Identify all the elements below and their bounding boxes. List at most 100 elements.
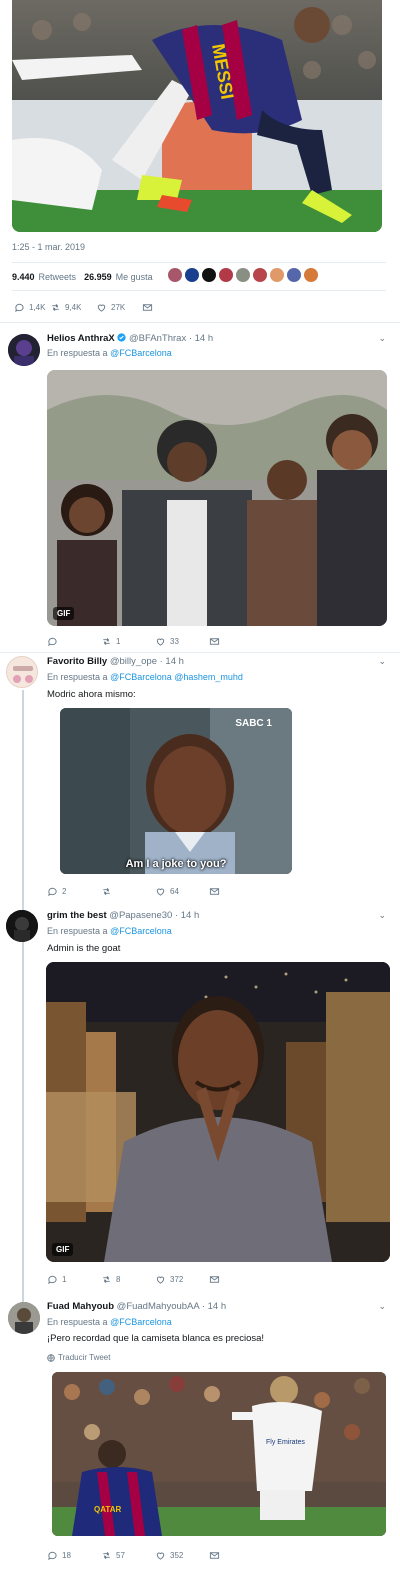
verified-icon xyxy=(117,333,127,342)
avatar[interactable] xyxy=(270,268,284,282)
reply-2-image[interactable]: SABC 1 Am I a joke to you? xyxy=(60,708,292,874)
reply-prefix: En respuesta a xyxy=(47,1317,108,1327)
reply-prefix: En respuesta a xyxy=(47,926,108,936)
divider xyxy=(0,322,400,323)
avatar-image xyxy=(6,910,38,942)
reaction-gif-illustration xyxy=(47,370,387,626)
avatar[interactable] xyxy=(8,334,40,366)
reply-to-link[interactable]: @FCBarcelona xyxy=(110,926,172,936)
tweet-time: · 14 h xyxy=(159,656,184,667)
retweet-count: 1 xyxy=(116,637,121,646)
divider xyxy=(0,652,400,653)
avatar[interactable] xyxy=(304,268,318,282)
retweet-icon xyxy=(103,637,110,646)
avatar[interactable] xyxy=(287,268,301,282)
avatar[interactable] xyxy=(185,268,199,282)
divider xyxy=(12,262,386,263)
reply-icon xyxy=(48,1275,57,1285)
reply-to-link[interactable]: @FCBarcelona xyxy=(110,348,172,358)
reply-2-header: Favorito Billy @billy_ope · 14 h xyxy=(47,656,184,667)
reply-button[interactable]: 2 xyxy=(47,886,101,897)
reply-1-gif[interactable]: GIF xyxy=(47,370,387,626)
likes-label[interactable]: Me gusta xyxy=(116,272,153,282)
reply-count: 18 xyxy=(62,1551,71,1560)
display-name[interactable]: Fuad Mahyoub xyxy=(47,1301,114,1312)
reply-4-header: Fuad Mahyoub @FuadMahyoubAA · 14 h xyxy=(47,1301,226,1312)
retweet-button[interactable]: 9,4K xyxy=(50,302,96,313)
user-handle[interactable]: @BFAnThrax xyxy=(129,333,186,344)
avatar[interactable] xyxy=(253,268,267,282)
chevron-down-icon[interactable]: ⌄ xyxy=(378,1301,386,1312)
reply-1-actions: 1 33 xyxy=(47,636,263,647)
avatar[interactable] xyxy=(219,268,233,282)
reply-button[interactable]: 18 xyxy=(47,1550,101,1561)
avatar[interactable] xyxy=(6,656,38,688)
retweet-button[interactable]: 8 xyxy=(101,1274,155,1285)
chevron-down-icon[interactable]: ⌄ xyxy=(378,656,386,667)
like-button[interactable]: 352 xyxy=(155,1550,209,1561)
likes-count: 26.959 xyxy=(84,272,112,282)
heart-icon xyxy=(156,1276,165,1284)
avatar[interactable] xyxy=(6,910,38,942)
like-button[interactable]: 64 xyxy=(155,886,209,897)
reply-icon xyxy=(48,637,57,647)
reply-count: 1 xyxy=(62,1275,67,1284)
envelope-icon xyxy=(209,888,220,895)
user-handle[interactable]: @Papasene30 xyxy=(109,910,172,921)
like-count: 27K xyxy=(111,303,126,312)
retweet-icon xyxy=(103,1275,110,1284)
avatar-image xyxy=(8,334,40,366)
reply-button[interactable]: 1,4K xyxy=(14,302,50,313)
retweet-button[interactable]: 57 xyxy=(101,1550,155,1561)
retweet-count: 8 xyxy=(116,1275,121,1284)
tweet-stats: 9.440 Retweets 26.959 Me gusta xyxy=(12,272,153,282)
reply-icon xyxy=(15,303,24,313)
message-button[interactable] xyxy=(209,636,263,647)
tweet-text: Admin is the goat xyxy=(47,943,121,954)
like-button[interactable]: 33 xyxy=(155,636,209,647)
retweet-button[interactable] xyxy=(101,886,155,897)
reply-3-gif[interactable]: GIF xyxy=(46,962,390,1262)
reply-4-photo[interactable]: Fly Emirates QATAR xyxy=(52,1372,386,1536)
like-count: 33 xyxy=(170,637,179,646)
avatar-image xyxy=(8,1302,40,1334)
user-handle[interactable]: @billy_ope xyxy=(110,656,157,667)
retweets-label[interactable]: Retweets xyxy=(39,272,77,282)
reply-to-link[interactable]: @FCBarcelona xyxy=(110,1317,172,1327)
message-button[interactable] xyxy=(142,302,196,313)
avatar[interactable] xyxy=(168,268,182,282)
avatar[interactable] xyxy=(8,1302,40,1334)
message-button[interactable] xyxy=(209,886,263,897)
retweets-count: 9.440 xyxy=(12,272,35,282)
tweet-text: Modric ahora mismo: xyxy=(47,689,136,700)
reply-icon xyxy=(48,887,57,897)
reply-to-link-2[interactable]: @hashem_muhd xyxy=(174,672,243,682)
reply-to-link[interactable]: @FCBarcelona xyxy=(110,672,172,682)
envelope-icon xyxy=(209,638,220,645)
reply-button[interactable]: 1 xyxy=(47,1274,101,1285)
retweet-button[interactable]: 1 xyxy=(101,636,155,647)
chevron-down-icon[interactable]: ⌄ xyxy=(378,910,386,921)
football-photo-illustration: Fly Emirates QATAR xyxy=(52,1372,386,1536)
main-tweet-photo[interactable]: MESSI xyxy=(12,0,382,232)
avatar[interactable] xyxy=(236,268,250,282)
translate-tweet[interactable]: Traducir Tweet xyxy=(47,1353,110,1362)
chevron-down-icon[interactable]: ⌄ xyxy=(378,333,386,344)
tweet-time: · 14 h xyxy=(174,910,200,921)
reply-to-line: En respuesta a @FCBarcelona xyxy=(47,1317,172,1327)
like-button[interactable]: 27K xyxy=(96,302,142,313)
like-button[interactable]: 372 xyxy=(155,1274,209,1285)
message-button[interactable] xyxy=(209,1550,263,1561)
message-button[interactable] xyxy=(209,1274,263,1285)
envelope-icon xyxy=(142,304,153,311)
display-name[interactable]: grim the best xyxy=(47,910,107,921)
reply-prefix: En respuesta a xyxy=(47,672,108,682)
user-handle[interactable]: @FuadMahyoubAA xyxy=(117,1301,200,1312)
avatar[interactable] xyxy=(202,268,216,282)
display-name[interactable]: Favorito Billy xyxy=(47,656,107,667)
display-name[interactable]: Helios AnthraX xyxy=(47,333,115,344)
main-tweet-actions: 1,4K 9,4K 27K xyxy=(14,302,196,313)
retweet-icon xyxy=(103,1551,110,1560)
reply-to-line: En respuesta a @FCBarcelona xyxy=(47,926,172,936)
reply-button[interactable] xyxy=(47,636,101,647)
